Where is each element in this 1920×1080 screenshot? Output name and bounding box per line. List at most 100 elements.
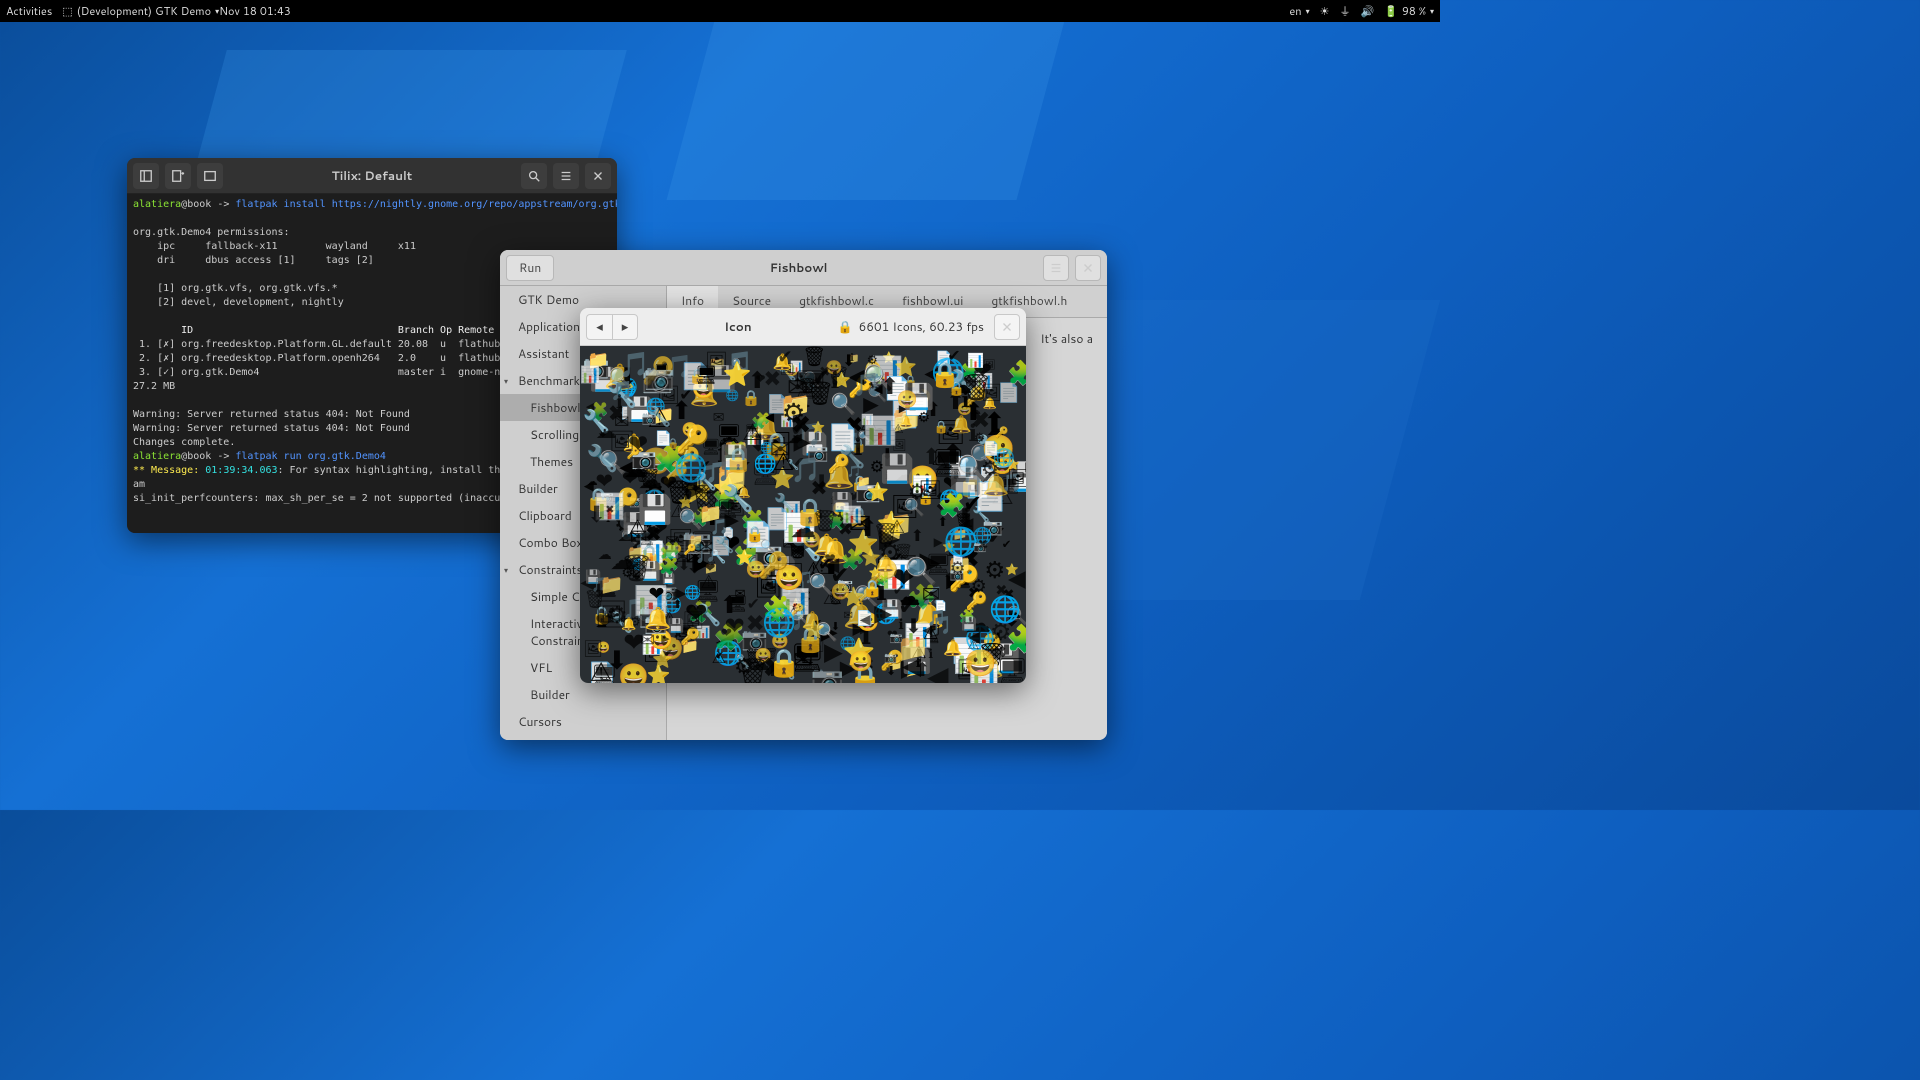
fishbowl-icon: 🔒 <box>934 421 949 433</box>
cube-icon: ⬚ <box>62 3 72 19</box>
search-button[interactable] <box>521 163 547 189</box>
next-button[interactable]: ▸ <box>612 314 638 340</box>
fishbowl-icon: ▶ <box>874 601 892 625</box>
fishbowl-icon: 🔑 <box>828 454 851 472</box>
terminal-line: ** Message: <box>133 465 199 476</box>
fishbowl-icon: 🌐 <box>989 597 1021 623</box>
battery-indicator[interactable]: 🔋 98 % ▾ <box>1384 3 1434 19</box>
sidebar-item-label: Themes <box>530 453 573 470</box>
sidebar-item-label: Constraints <box>518 561 582 578</box>
fishbowl-icon: ⬇ <box>842 353 856 369</box>
hamburger-menu-button[interactable] <box>553 163 579 189</box>
sidebar-item[interactable]: Dialogs <box>500 735 666 740</box>
fishbowl-icon: ⭐ <box>811 422 825 433</box>
terminal-command: flatpak install https://nightly.gnome.or… <box>235 199 617 210</box>
fishbowl-icon: ⚙ <box>984 558 1005 581</box>
fishbowl-titlebar[interactable]: ◂ ▸ Icon 🔒 6601 Icons, 60.23 fps <box>580 308 1026 346</box>
volume-icon[interactable]: 🔊 <box>1360 3 1374 19</box>
expand-arrow-icon: ▾ <box>504 375 514 387</box>
fishbowl-icon: 🎵 <box>610 382 633 401</box>
fishbowl-icon: 💾 <box>961 618 977 631</box>
sidebar-item-label: Clipboard <box>518 507 572 524</box>
fishbowl-canvas: 😀❤⚙📁🔍⭐✔✖📄🔒🌐🖼🎵⬆⬇◀▶🔧💾📷🗑✉⚠ℹ🔑🖥📊🧩🔔☁😀❤⚙📁🔍⭐✔✖📄🔒… <box>580 346 1026 683</box>
terminal-line: 01:39:34.063 <box>205 465 277 476</box>
fishbowl-icon: 🧩 <box>769 609 786 623</box>
fishbowl-icon: 🔑 <box>680 629 700 645</box>
terminal-line: 27.2 MB <box>133 381 175 392</box>
fishbowl-icon: ⭐ <box>652 652 673 669</box>
brightness-icon[interactable]: ☀ <box>1320 3 1330 19</box>
wifi-icon[interactable]: ⏚ <box>1339 3 1350 19</box>
sidebar-item[interactable]: Builder <box>500 681 666 708</box>
prompt-host: book <box>187 199 211 210</box>
fishbowl-icon: ❤ <box>595 610 614 633</box>
fishbowl-icon: 📊 <box>580 367 600 383</box>
sidebar-item-label: Builder <box>530 686 570 703</box>
fishbowl-icon: 💾 <box>637 496 672 524</box>
clock[interactable]: Nov 18 01:43 <box>219 3 1289 19</box>
fishbowl-icon: 🧩 <box>938 494 966 517</box>
fishbowl-icon: 🔍 <box>905 558 938 584</box>
terminal-line: Warning: Server returned status 404: Not… <box>133 423 410 434</box>
terminal-line: dri dbus access [1] tags [2] <box>133 255 374 266</box>
fishbowl-icon: ⚙ <box>950 559 966 577</box>
gnome-top-bar: Activities ⬚ (Development) GTK Demo ▾ No… <box>0 0 1440 22</box>
fishbowl-icon: 🗑 <box>798 378 817 393</box>
sidebar-item-label: VFL <box>530 659 552 676</box>
terminal-line: ipc fallback-x11 wayland x11 <box>133 241 416 252</box>
lock-icon[interactable]: 🔒 <box>838 318 853 335</box>
fishbowl-icon: 😀 <box>746 562 767 579</box>
fishbowl-icon: ✔ <box>963 493 982 515</box>
run-button[interactable]: Run <box>506 255 554 281</box>
fishbowl-icon: 🖥 <box>695 365 718 383</box>
terminal-line: org.gtk.Demo4 permissions: <box>133 227 290 238</box>
fishbowl-icon: 😀 <box>618 664 649 683</box>
fishbowl-icon: 📷 <box>644 364 675 389</box>
fishbowl-icon: 🔧 <box>715 538 734 554</box>
fishbowl-icon: 🧩 <box>658 559 679 576</box>
terminal-line: Changes complete. <box>133 437 235 448</box>
close-button[interactable] <box>1075 255 1101 281</box>
fishbowl-icon: 😀 <box>848 652 873 672</box>
sidebar-item[interactable]: Cursors <box>500 708 666 735</box>
fishbowl-window: ◂ ▸ Icon 🔒 6601 Icons, 60.23 fps 😀❤⚙📁🔍⭐✔… <box>580 308 1026 683</box>
tilix-session-sidebar-button[interactable] <box>133 163 159 189</box>
hamburger-menu-button[interactable] <box>1043 255 1069 281</box>
fishbowl-icon: 📊 <box>842 507 862 523</box>
tilix-add-terminal-button[interactable] <box>165 163 191 189</box>
app-menu[interactable]: ⬚ (Development) GTK Demo ▾ <box>62 3 219 19</box>
fishbowl-icon: 🔔 <box>899 416 913 427</box>
close-button[interactable] <box>585 163 611 189</box>
activities-button[interactable]: Activities <box>6 3 52 19</box>
fishbowl-icon: ☁ <box>969 404 981 416</box>
fishbowl-icon: ℹ <box>818 509 822 520</box>
fishbowl-icon: 🔒 <box>724 448 754 472</box>
fishbowl-icon: 😀 <box>896 391 917 408</box>
fishbowl-icon: 📷 <box>642 412 657 424</box>
fishbowl-icon: ✔ <box>777 347 793 366</box>
fishbowl-icon: 📊 <box>863 416 897 443</box>
fishbowl-icon: 📊 <box>967 354 984 368</box>
terminal-line: 2. [✗] org.freedesktop.Platform.openh264… <box>133 353 500 364</box>
tilix-titlebar[interactable]: Tilix: Default <box>127 158 617 194</box>
fishbowl-icon: 🧩 <box>1007 361 1026 385</box>
fishbowl-icon: ✉ <box>713 410 725 424</box>
close-button[interactable] <box>994 314 1020 340</box>
terminal-line: am <box>133 479 145 490</box>
fishbowl-icon: ☁ <box>598 548 612 562</box>
tilix-fullscreen-button[interactable] <box>197 163 223 189</box>
battery-icon: 🔋 <box>1384 3 1398 19</box>
fishbowl-icon: ℹ <box>962 389 970 410</box>
terminal-line: si_init_perfcounters: max_sh_per_se = 2 … <box>133 493 506 504</box>
fishbowl-icon: ❤ <box>648 584 664 603</box>
gtk-demo-titlebar[interactable]: Run Fishbowl <box>500 250 1107 286</box>
fishbowl-icon: ✖ <box>977 538 988 551</box>
fishbowl-icon: ⚠ <box>700 572 717 591</box>
fishbowl-icon: 🔑 <box>676 425 710 452</box>
fishbowl-icon: 🖼 <box>981 385 1002 402</box>
fishbowl-icon: ℹ <box>831 370 839 392</box>
input-lang[interactable]: en ▾ <box>1289 3 1309 19</box>
fishbowl-icon: ❤ <box>725 613 745 637</box>
terminal-line: Warning: Server returned status 404: Not… <box>133 409 410 420</box>
prev-button[interactable]: ◂ <box>586 314 612 340</box>
